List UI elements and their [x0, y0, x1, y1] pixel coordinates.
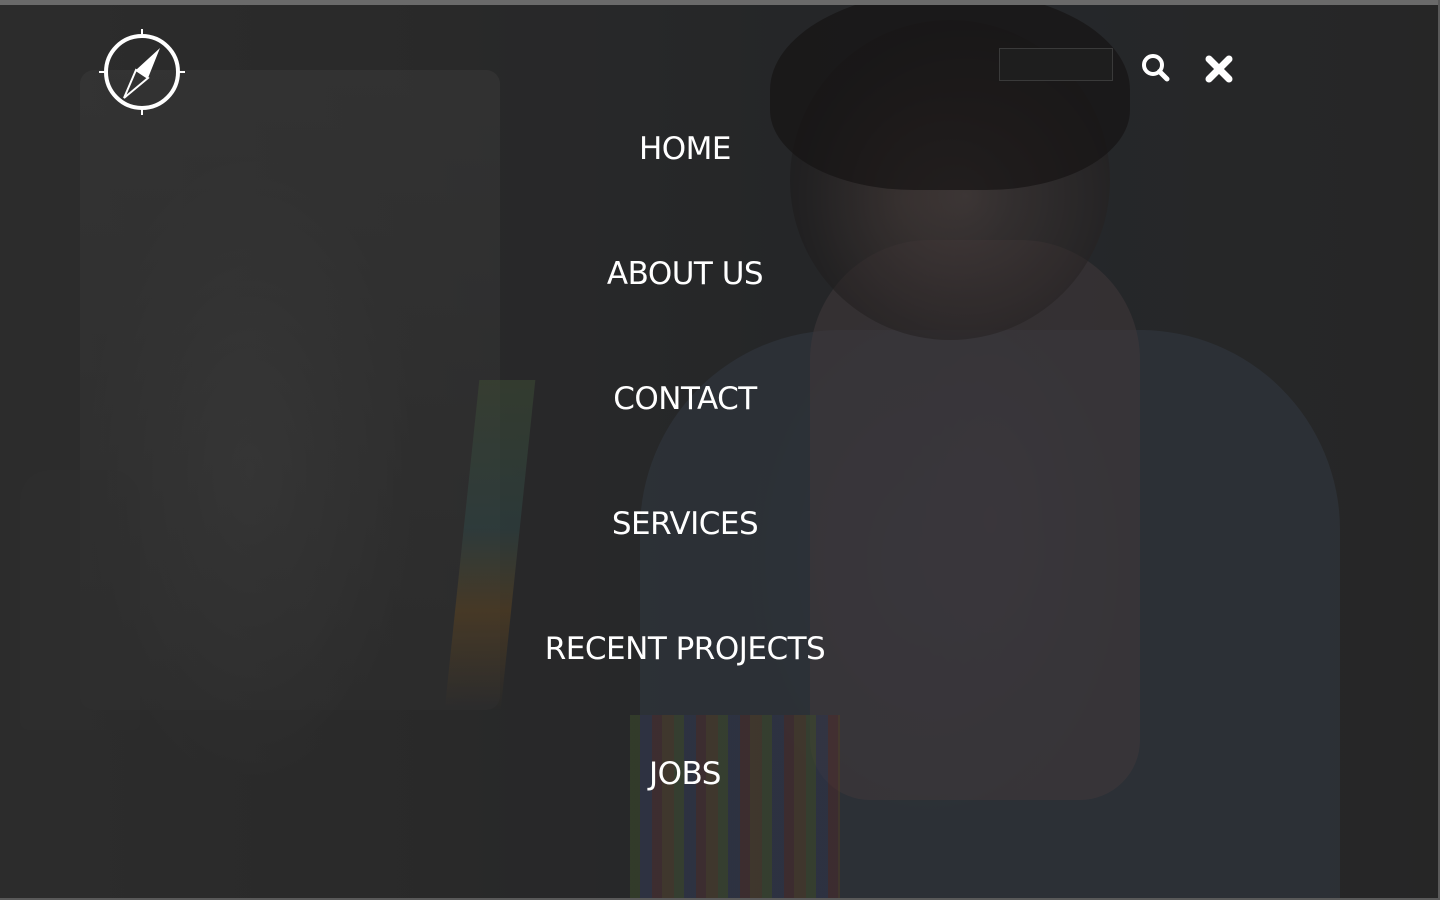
menu-item-about-us: ABOUT US — [0, 252, 1370, 296]
menu-item-recent-projects: RECENT PROJECTS — [0, 627, 1370, 671]
menu-link-jobs[interactable]: JOBS — [649, 756, 721, 792]
menu-link-home[interactable]: HOME — [639, 131, 732, 167]
menu-link-contact[interactable]: CONTACT — [613, 381, 757, 417]
menu-link-services[interactable]: SERVICES — [612, 506, 759, 542]
menu-item-jobs: JOBS — [0, 752, 1370, 796]
menu-link-recent-projects[interactable]: RECENT PROJECTS — [545, 631, 826, 667]
menu-item-home: HOME — [0, 127, 1370, 171]
menu-item-services: SERVICES — [0, 502, 1370, 546]
menu-item-contact: CONTACT — [0, 377, 1370, 421]
page: HOME ABOUT US CONTACT SERVICES RECENT PR… — [0, 0, 1440, 900]
main-menu: HOME ABOUT US CONTACT SERVICES RECENT PR… — [0, 0, 1440, 900]
menu-link-about-us[interactable]: ABOUT US — [607, 256, 764, 292]
